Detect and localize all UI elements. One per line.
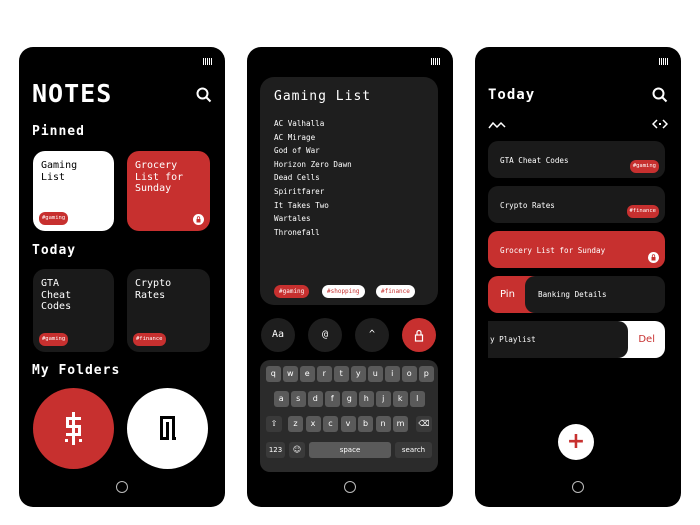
mention-button[interactable]: @: [308, 318, 342, 352]
key-l[interactable]: l: [410, 391, 425, 407]
list-item: It Takes Two: [274, 200, 329, 210]
lock-icon: [414, 329, 424, 342]
home-button[interactable]: [344, 481, 356, 493]
item-title: Crypto Rates: [500, 201, 555, 210]
lock-icon[interactable]: [648, 252, 659, 263]
search-icon[interactable]: [652, 87, 668, 103]
text-format-button[interactable]: Aa: [261, 318, 295, 352]
battery-icon: [203, 58, 213, 65]
key-s[interactable]: s: [291, 391, 306, 407]
battery-icon: [659, 58, 669, 65]
today-card-crypto[interactable]: Crypto Rates #finance: [127, 269, 210, 352]
key-c[interactable]: c: [323, 416, 338, 432]
key-p[interactable]: p: [419, 366, 434, 382]
home-button[interactable]: [572, 481, 584, 493]
pinned-card-gaming[interactable]: Gaming List #gaming: [33, 151, 114, 231]
lock-icon[interactable]: [193, 214, 204, 225]
key-u[interactable]: u: [368, 366, 383, 382]
sort-icon[interactable]: [488, 121, 506, 129]
key-k[interactable]: k: [393, 391, 408, 407]
key-g[interactable]: g: [342, 391, 357, 407]
numbers-key[interactable]: 123: [266, 442, 285, 458]
clip-icon: [160, 416, 176, 440]
pinned-card-grocery[interactable]: Grocery List for Sunday: [127, 151, 210, 231]
key-r[interactable]: r: [317, 366, 332, 382]
list-item: God of War: [274, 146, 320, 156]
phone-note-editor: Gaming List AC Valhalla AC Mirage God of…: [247, 47, 453, 507]
shift-key[interactable]: ⇧: [266, 416, 282, 432]
add-note-button[interactable]: +: [558, 424, 594, 460]
tag-gaming[interactable]: #gaming: [274, 285, 310, 298]
item-title: GTA Cheat Codes: [500, 156, 569, 165]
key-a[interactable]: a: [274, 391, 289, 407]
key-i[interactable]: i: [385, 366, 400, 382]
list-item-playlist[interactable]: y Playlist: [488, 321, 628, 358]
key-o[interactable]: o: [402, 366, 417, 382]
key-f[interactable]: f: [325, 391, 340, 407]
card-title: GTA Cheat Codes: [41, 278, 72, 312]
battery-icon: [431, 58, 441, 65]
phone-today-list: Today GTA Cheat Codes #gaming Crypto Rat…: [475, 47, 681, 507]
folders-heading: My Folders: [32, 363, 121, 378]
emoji-key[interactable]: ☺: [289, 442, 305, 458]
tag-shopping[interactable]: #shopping: [322, 285, 365, 298]
list-item: AC Mirage: [274, 132, 316, 142]
card-title: Grocery List for Sunday: [135, 160, 184, 194]
list-item: Spiritfarer: [274, 186, 325, 196]
tag-badge: #finance: [133, 332, 166, 346]
key-q[interactable]: q: [266, 366, 281, 382]
key-j[interactable]: j: [376, 391, 391, 407]
chevron-up-button[interactable]: ^: [355, 318, 389, 352]
list-item: Wartales: [274, 214, 311, 224]
app-title: NOTES: [32, 79, 113, 108]
lock-button[interactable]: [402, 318, 436, 352]
card-title: Gaming List: [41, 160, 78, 183]
tag-badge: #gaming: [629, 159, 659, 173]
item-title: Grocery List for Sunday: [500, 246, 606, 255]
list-item: Thronefall: [274, 227, 320, 237]
key-z[interactable]: z: [288, 416, 303, 432]
tag-badge: #finance: [626, 204, 659, 218]
list-item: Dead Cells: [274, 173, 320, 183]
key-v[interactable]: v: [340, 416, 356, 432]
folder-documents[interactable]: [127, 388, 208, 469]
note-editor-card[interactable]: Gaming List AC Valhalla AC Mirage God of…: [260, 77, 438, 305]
page-title: Today: [488, 87, 536, 103]
key-x[interactable]: x: [305, 416, 321, 432]
key-y[interactable]: y: [351, 366, 366, 382]
list-item-crypto[interactable]: Crypto Rates #finance: [488, 186, 665, 223]
key-n[interactable]: n: [375, 416, 391, 432]
keyboard: qwertyuiop asdfghjkl zxcvbnm ⇧ ⌫ 123 ☺ spa…: [260, 360, 438, 472]
list-item-gta[interactable]: GTA Cheat Codes #gaming: [488, 141, 665, 178]
key-w[interactable]: w: [283, 366, 298, 382]
dollar-icon: [65, 412, 82, 445]
tag-finance[interactable]: #finance: [376, 285, 415, 298]
note-title: Gaming List: [274, 89, 372, 104]
key-m[interactable]: m: [393, 416, 408, 432]
tag-badge: #gaming: [39, 332, 69, 346]
key-e[interactable]: e: [300, 366, 315, 382]
today-card-gta[interactable]: GTA Cheat Codes #gaming: [33, 269, 114, 352]
folder-finance[interactable]: [33, 388, 114, 469]
phone-notes-home: NOTES Pinned Gaming List #gaming Grocery…: [19, 47, 225, 507]
key-b[interactable]: b: [358, 416, 373, 432]
card-title: Crypto Rates: [135, 278, 172, 301]
list-item-grocery[interactable]: Grocery List for Sunday: [488, 231, 665, 268]
tag-badge: #gaming: [39, 211, 69, 225]
key-d[interactable]: d: [308, 391, 323, 407]
list-item: Horizon Zero Dawn: [274, 159, 352, 169]
pinned-heading: Pinned: [32, 124, 85, 139]
today-heading: Today: [32, 243, 77, 258]
key-t[interactable]: t: [334, 366, 349, 382]
note-list: AC Valhalla AC Mirage God of War Horizon…: [274, 117, 352, 239]
code-icon[interactable]: [652, 119, 668, 129]
space-key[interactable]: space: [309, 442, 391, 458]
home-button[interactable]: [116, 481, 128, 493]
list-item: AC Valhalla: [274, 119, 325, 128]
key-h[interactable]: h: [359, 391, 374, 407]
list-item-banking[interactable]: Banking Details: [525, 276, 665, 313]
search-icon[interactable]: [196, 87, 212, 103]
backspace-key[interactable]: ⌫: [416, 416, 432, 432]
search-key[interactable]: search: [395, 442, 432, 458]
